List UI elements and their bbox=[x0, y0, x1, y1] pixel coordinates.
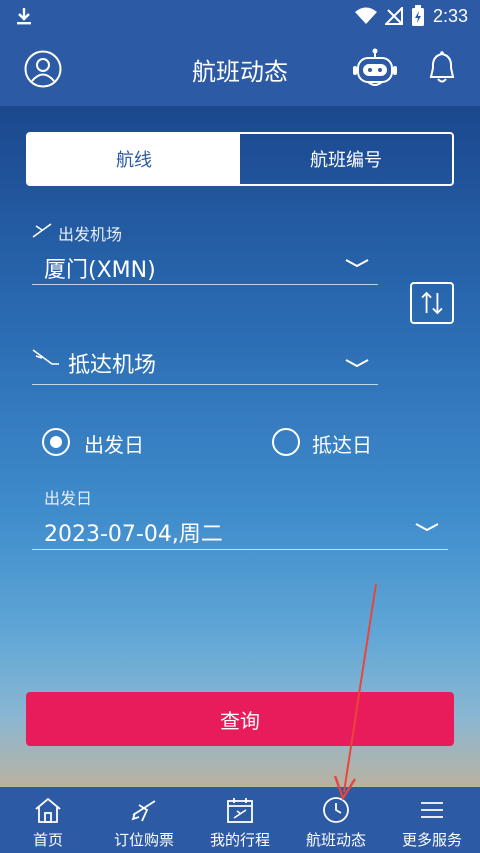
chevron-down-icon[interactable] bbox=[344, 256, 370, 270]
plane-icon bbox=[131, 800, 156, 822]
nav-label-booking: 订位购票 bbox=[113, 831, 174, 849]
departure-underline bbox=[32, 284, 378, 285]
departure-label: 出发机场 bbox=[58, 225, 123, 244]
nav-label-more: 更多服务 bbox=[401, 831, 462, 849]
tab-flight-number[interactable]: 航班编号 bbox=[240, 134, 452, 184]
bell-icon[interactable] bbox=[428, 50, 456, 84]
chevron-down-icon[interactable] bbox=[344, 356, 370, 370]
status-time: 2:33 bbox=[432, 5, 468, 26]
landing-icon bbox=[32, 349, 59, 365]
nav-item-booking[interactable]: 订位购票 bbox=[96, 787, 192, 853]
date-value[interactable]: 2023-07-04,周二 bbox=[44, 516, 223, 548]
search-mode-tabs: 航线 航班编号 bbox=[26, 132, 454, 186]
radio-arrival-date-label[interactable]: 抵达日 bbox=[312, 429, 372, 458]
wifi-icon bbox=[354, 7, 377, 24]
arrival-underline bbox=[32, 384, 378, 385]
radio-departure-date[interactable] bbox=[42, 428, 70, 456]
menu-icon bbox=[421, 802, 443, 818]
nav-item-more[interactable]: 更多服务 bbox=[384, 787, 480, 853]
departure-value[interactable]: 厦门(XMN) bbox=[44, 252, 156, 284]
takeoff-icon bbox=[32, 223, 52, 238]
radio-departure-date-label[interactable]: 出发日 bbox=[84, 429, 144, 458]
nav-label-flight-status: 航班动态 bbox=[305, 831, 366, 849]
robot-assistant-icon[interactable] bbox=[352, 48, 398, 90]
download-icon bbox=[17, 8, 31, 25]
no-signal-icon bbox=[384, 7, 403, 25]
status-bar: 2:33 bbox=[0, 0, 480, 32]
tab-route[interactable]: 航线 bbox=[28, 134, 240, 184]
home-icon bbox=[35, 797, 61, 823]
nav-item-my-trips[interactable]: 我的行程 bbox=[192, 787, 288, 853]
nav-label-my-trips: 我的行程 bbox=[209, 831, 270, 849]
chevron-down-icon[interactable] bbox=[414, 520, 440, 534]
query-button[interactable]: 查询 bbox=[26, 692, 454, 746]
date-label: 出发日 bbox=[44, 489, 93, 508]
battery-charging-icon bbox=[411, 5, 424, 26]
page-title: 航班动态 bbox=[192, 58, 288, 86]
nav-item-flight-status[interactable]: 航班动态 bbox=[288, 787, 384, 853]
app-bar: 航班动态 bbox=[0, 32, 480, 106]
nav-item-home[interactable]: 首页 bbox=[0, 787, 96, 853]
swap-airports-icon[interactable] bbox=[410, 282, 454, 324]
date-underline bbox=[32, 549, 448, 550]
arrival-placeholder[interactable]: 抵达机场 bbox=[68, 347, 156, 379]
clock-icon bbox=[323, 797, 349, 823]
radio-arrival-date[interactable] bbox=[272, 428, 300, 456]
calendar-plane-icon bbox=[227, 798, 253, 823]
nav-label-home: 首页 bbox=[32, 831, 63, 849]
bottom-nav: 首页 订位购票 我的行程 航班动态 更多服务 bbox=[0, 787, 480, 853]
